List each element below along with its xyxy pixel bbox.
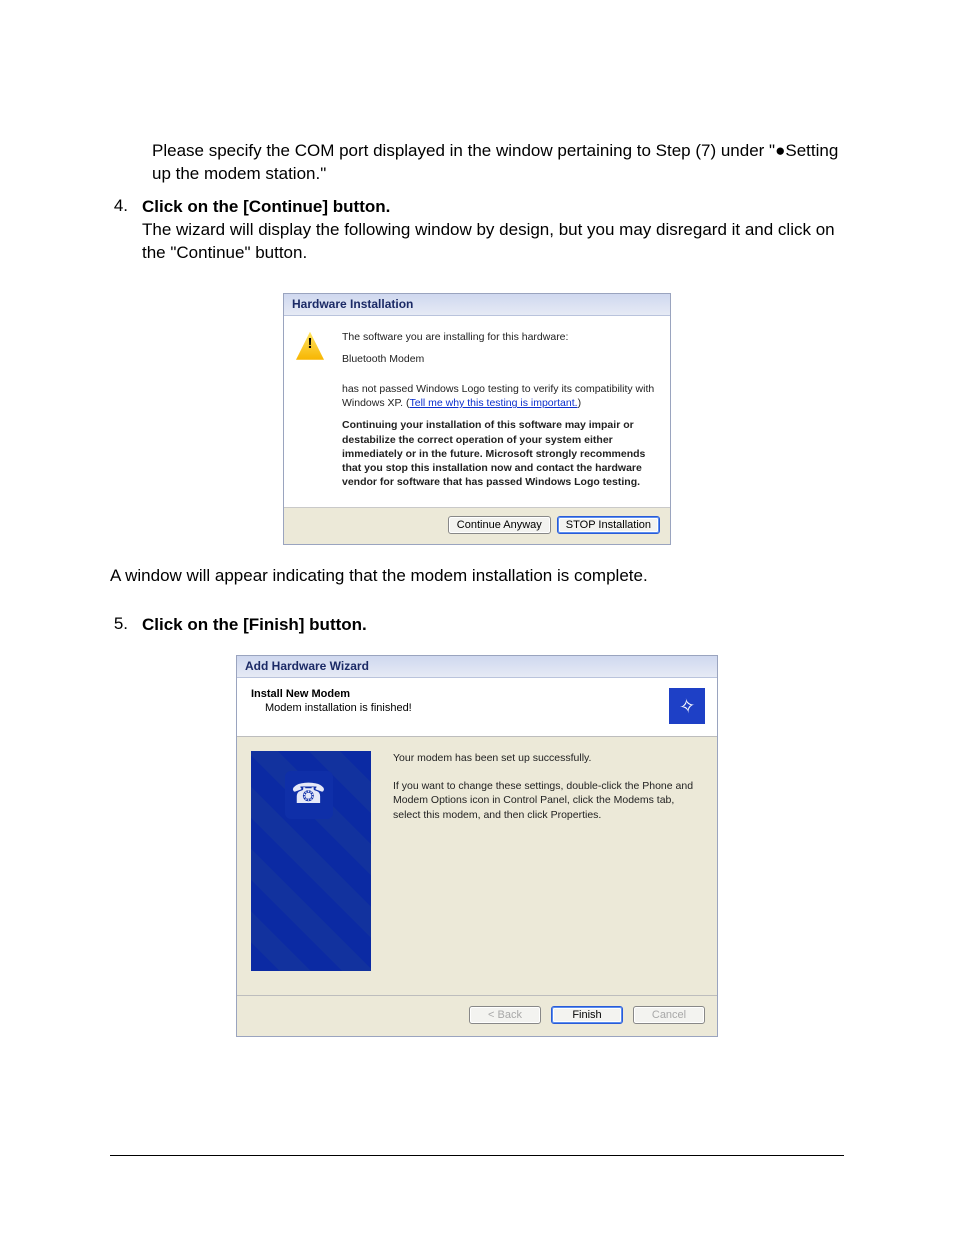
logo-testing-link[interactable]: Tell me why this testing is important. bbox=[410, 397, 578, 409]
footer-rule bbox=[110, 1155, 844, 1156]
modem-header-icon: ✧ bbox=[669, 688, 705, 724]
back-button[interactable]: < Back bbox=[469, 1006, 541, 1024]
dialog-title: Hardware Installation bbox=[284, 294, 670, 316]
dlg1-line2: Bluetooth Modem bbox=[342, 352, 658, 366]
dialog-body: The software you are installing for this… bbox=[284, 316, 670, 509]
dlg1-line1: The software you are installing for this… bbox=[342, 330, 658, 344]
cancel-button[interactable]: Cancel bbox=[633, 1006, 705, 1024]
document-page: Please specify the COM port displayed in… bbox=[0, 0, 954, 1235]
dialog-header-bold: Install New Modem bbox=[251, 688, 412, 700]
phone-icon: ☎ bbox=[291, 777, 326, 810]
step-number: 5. bbox=[110, 614, 128, 637]
dlg1-warning-bold: Continuing your installation of this sof… bbox=[342, 418, 658, 489]
intro-paragraph: Please specify the COM port displayed in… bbox=[152, 140, 844, 186]
dialog-header: Install New Modem Modem installation is … bbox=[237, 678, 717, 737]
add-hardware-wizard-dialog: Add Hardware Wizard Install New Modem Mo… bbox=[236, 655, 718, 1037]
warning-icon bbox=[296, 332, 324, 360]
wizard-side-graphic: ☎ bbox=[251, 751, 371, 971]
dialog-body-text: Your modem has been set up successfully.… bbox=[393, 751, 703, 981]
step-heading: Click on the [Continue] button. bbox=[142, 197, 390, 216]
dlg2-body1: Your modem has been set up successfully. bbox=[393, 751, 703, 765]
step-body: Click on the [Finish] button. bbox=[142, 614, 844, 637]
step-heading: Click on the [Finish] button. bbox=[142, 615, 367, 634]
dialog-header-text: Install New Modem Modem installation is … bbox=[251, 688, 412, 714]
step-4: 4. Click on the [Continue] button. The w… bbox=[110, 196, 844, 265]
step-text: The wizard will display the following wi… bbox=[142, 220, 835, 262]
hardware-installation-dialog: Hardware Installation The software you a… bbox=[283, 293, 671, 546]
dlg2-body2: If you want to change these settings, do… bbox=[393, 779, 703, 822]
stop-installation-button[interactable]: STOP Installation bbox=[557, 516, 660, 534]
continue-anyway-button[interactable]: Continue Anyway bbox=[448, 516, 551, 534]
step-number: 4. bbox=[110, 196, 128, 265]
step-5: 5. Click on the [Finish] button. bbox=[110, 614, 844, 637]
step-body: Click on the [Continue] button. The wiza… bbox=[142, 196, 844, 265]
dialog-title: Add Hardware Wizard bbox=[237, 656, 717, 678]
dialog-body: ☎ Your modem has been set up successfull… bbox=[237, 737, 717, 995]
dialog-button-row: Continue Anyway STOP Installation bbox=[284, 508, 670, 544]
dlg1-line3: has not passed Windows Logo testing to v… bbox=[342, 382, 658, 410]
finish-button[interactable]: Finish bbox=[551, 1006, 623, 1024]
dialog-text: The software you are installing for this… bbox=[342, 330, 658, 490]
post-step4-text: A window will appear indicating that the… bbox=[110, 565, 844, 588]
dialog-header-sub: Modem installation is finished! bbox=[265, 702, 412, 714]
dialog-button-row: < Back Finish Cancel bbox=[237, 995, 717, 1036]
